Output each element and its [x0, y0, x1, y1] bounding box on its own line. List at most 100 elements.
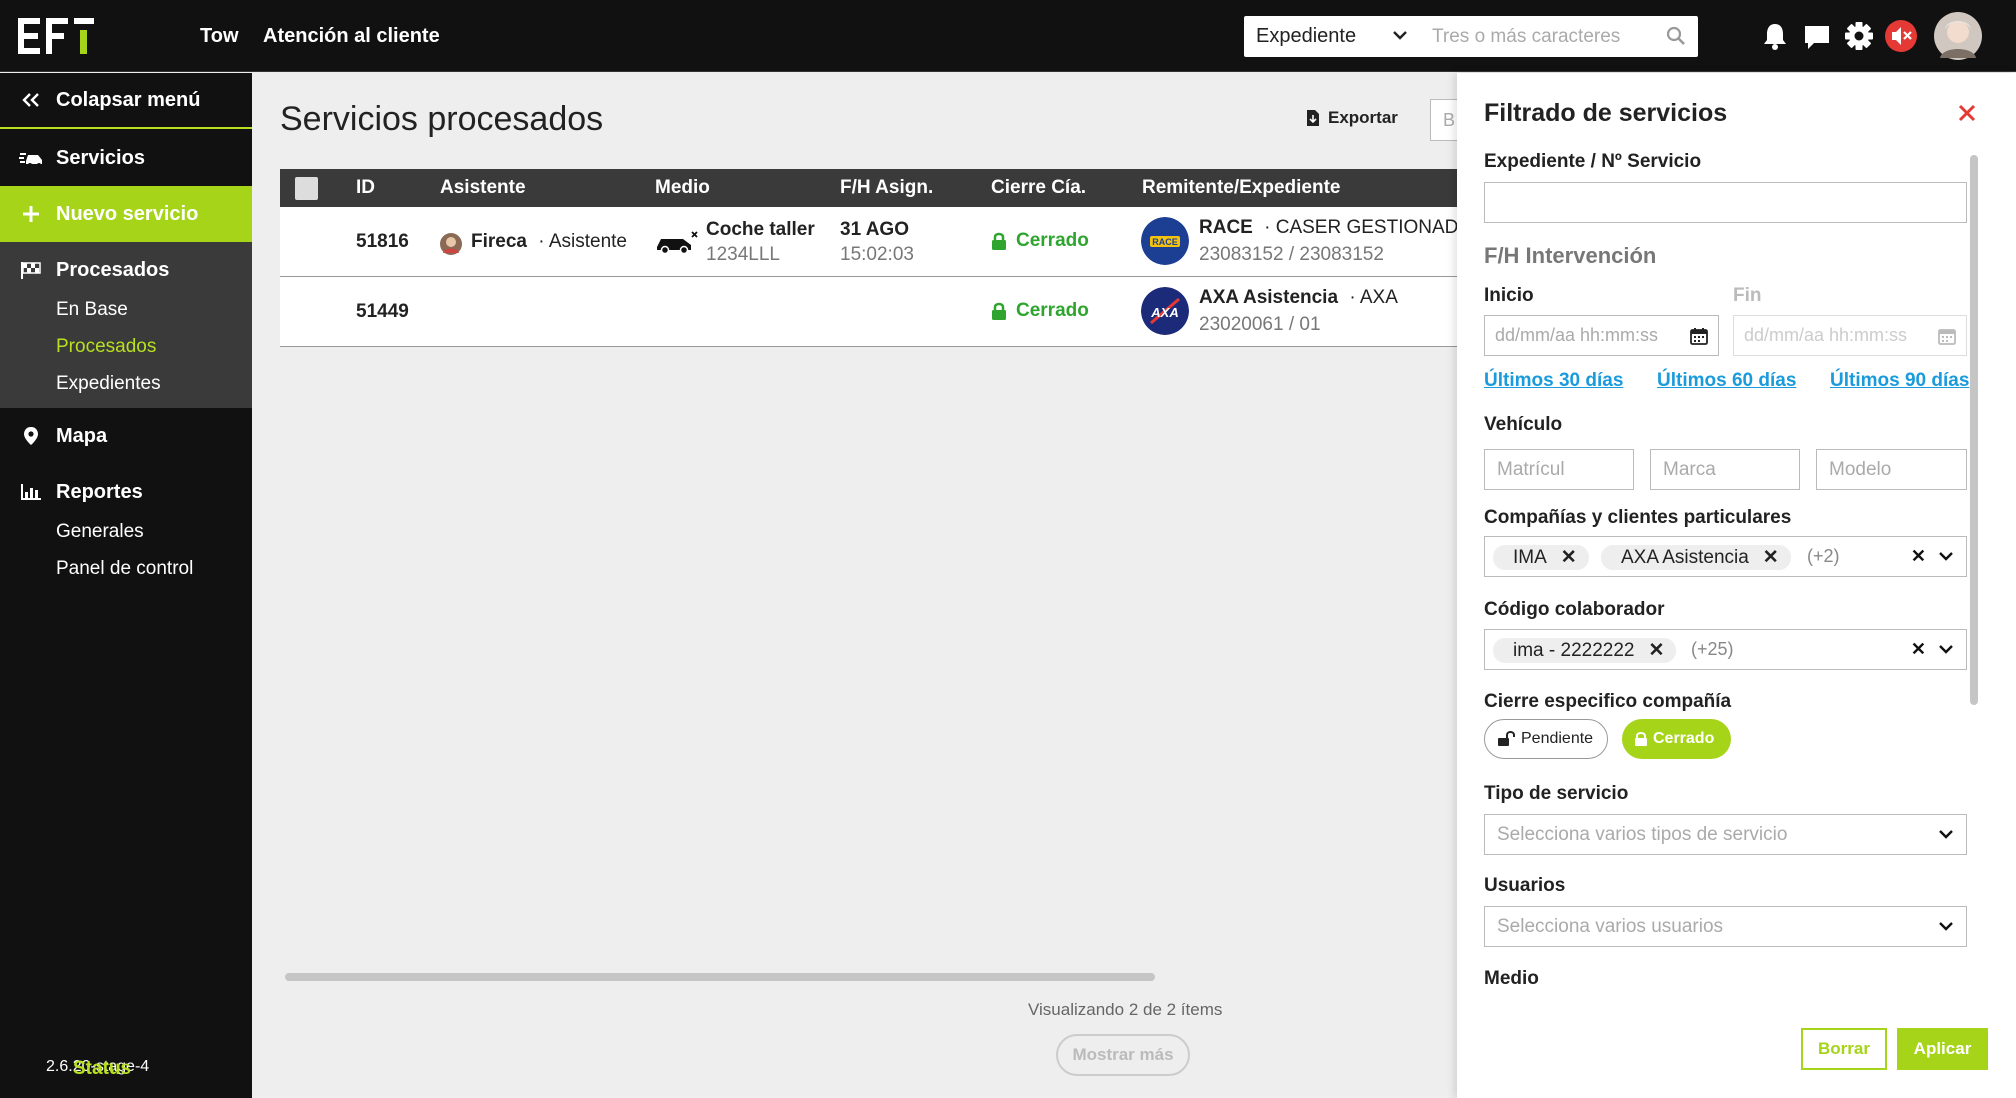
- chip-remove-icon[interactable]: ✕: [1648, 640, 1664, 661]
- chevron-down-icon[interactable]: [1938, 907, 1954, 946]
- borrar-button[interactable]: Borrar: [1801, 1028, 1887, 1070]
- export-button[interactable]: Exportar: [1306, 108, 1398, 128]
- plus-icon: [18, 201, 44, 227]
- sidebar-sub-expedientes[interactable]: Expedientes: [56, 373, 161, 395]
- usuarios-placeholder: Selecciona varios usuarios: [1497, 916, 1724, 937]
- status-label: Status: [73, 1058, 132, 1079]
- chevron-down-icon[interactable]: [1938, 537, 1954, 576]
- chip-ima-label: IMA: [1513, 547, 1547, 568]
- col-cierre-cia[interactable]: Cierre Cía.: [991, 169, 1086, 207]
- sidebar-label-nuevo-servicio: Nuevo servicio: [56, 202, 199, 225]
- sidebar-sub-generales[interactable]: Generales: [56, 521, 144, 543]
- filter-panel: Filtrado de servicios Expediente / Nº Se…: [1457, 73, 2016, 1098]
- aplicar-button[interactable]: Aplicar: [1897, 1028, 1988, 1070]
- chat-icon[interactable]: [1800, 18, 1834, 54]
- status-text: Cerrado: [1016, 230, 1089, 251]
- sidebar-item-mapa[interactable]: Mapa: [0, 408, 252, 464]
- codigo-more-count: (+25): [1691, 639, 1734, 659]
- last-60-days-link[interactable]: Últimos 60 días: [1657, 370, 1796, 392]
- fh-intervencion-label: F/H Intervención: [1484, 243, 1657, 268]
- chevron-down-icon[interactable]: [1938, 630, 1954, 669]
- pendiente-label: Pendiente: [1521, 730, 1594, 747]
- marca-input[interactable]: Marca: [1650, 449, 1800, 490]
- mute-icon[interactable]: [1884, 18, 1918, 54]
- pendiente-toggle[interactable]: Pendiente: [1484, 719, 1608, 759]
- clear-selection-icon[interactable]: ✕: [1911, 537, 1926, 576]
- sidebar-sub-en-base[interactable]: En Base: [56, 299, 128, 321]
- gear-icon[interactable]: [1842, 18, 1876, 54]
- sidebar-sub-panel-control[interactable]: Panel de control: [56, 558, 193, 580]
- services-table: ID Asistente Medio F/H Asign. Cierre Cía…: [280, 169, 1473, 347]
- col-remitente-expediente[interactable]: Remitente/Expediente: [1142, 169, 1341, 207]
- calendar-icon[interactable]: [1690, 327, 1708, 345]
- search-icon[interactable]: [1666, 26, 1686, 46]
- sidebar-collapse[interactable]: Colapsar menú: [0, 73, 252, 129]
- inicio-date-input[interactable]: dd/mm/aa hh:mm:ss: [1484, 315, 1719, 356]
- cerrado-toggle[interactable]: Cerrado: [1622, 719, 1731, 759]
- search-type-select[interactable]: Expediente: [1244, 16, 1420, 57]
- table-search-stub: B: [1443, 110, 1456, 130]
- tow-car-icon: [657, 231, 698, 255]
- fin-placeholder: dd/mm/aa hh:mm:ss: [1744, 325, 1908, 345]
- last-30-days-link[interactable]: Últimos 30 días: [1484, 370, 1623, 392]
- sender-name: AXA Asistencia: [1199, 287, 1339, 308]
- table-search-input[interactable]: B: [1430, 99, 1460, 141]
- efi-logo[interactable]: [18, 18, 94, 54]
- tipo-servicio-placeholder: Selecciona varios tipos de servicio: [1497, 824, 1788, 845]
- avatar[interactable]: [1934, 12, 1982, 60]
- sidebar-collapse-label: Colapsar menú: [56, 88, 201, 111]
- assistant-avatar: [440, 233, 462, 255]
- sidebar-item-nuevo-servicio[interactable]: Nuevo servicio: [0, 186, 252, 242]
- sidebar-item-procesados[interactable]: Procesados: [0, 242, 252, 298]
- medium-name: Coche taller: [706, 219, 815, 240]
- show-more-button[interactable]: Mostrar más: [1056, 1034, 1190, 1076]
- bell-icon[interactable]: [1758, 18, 1792, 54]
- tipo-servicio-select[interactable]: Selecciona varios tipos de servicio: [1484, 814, 1967, 855]
- chevron-down-icon: [1392, 16, 1408, 57]
- chip-remove-icon[interactable]: ✕: [1561, 547, 1577, 568]
- select-all-checkbox[interactable]: [295, 177, 318, 200]
- modelo-input[interactable]: Modelo: [1816, 449, 1967, 490]
- clear-selection-icon[interactable]: ✕: [1911, 630, 1926, 669]
- table-row[interactable]: 51816 Fireca · Asistente Coche taller 12…: [280, 207, 1473, 277]
- search-type-value: Expediente: [1256, 25, 1357, 47]
- expediente-number: 23020061 / 01: [1199, 314, 1321, 335]
- matricula-input[interactable]: Matrícul: [1484, 449, 1634, 490]
- race-logo: RACE: [1141, 217, 1189, 265]
- top-bar: Tow Atención al cliente Expediente: [0, 0, 2016, 72]
- col-id[interactable]: ID: [356, 169, 375, 207]
- usuarios-select[interactable]: Selecciona varios usuarios: [1484, 906, 1967, 947]
- col-fh-asign[interactable]: F/H Asign.: [840, 169, 933, 207]
- close-icon[interactable]: [1957, 103, 1977, 123]
- status-badge: Cerrado: [991, 300, 1089, 322]
- sender-cell: AXA Asistencia · AXA: [1199, 287, 1398, 309]
- expediente-input[interactable]: [1484, 182, 1967, 223]
- panel-vertical-scrollbar[interactable]: [1970, 155, 1978, 705]
- modelo-placeholder: Modelo: [1829, 459, 1892, 480]
- chip-ima-2222222: ima - 2222222 ✕: [1493, 638, 1677, 663]
- sidebar-item-reportes[interactable]: Reportes: [0, 464, 252, 520]
- sidebar-label-mapa: Mapa: [56, 424, 108, 447]
- nav-tow[interactable]: Tow: [200, 0, 239, 72]
- codigo-multiselect[interactable]: ima - 2222222 ✕ (+25) ✕: [1484, 629, 1967, 670]
- expediente-number: 23083152 / 23083152: [1199, 244, 1384, 265]
- last-90-days-link[interactable]: Últimos 90 días: [1830, 370, 1969, 392]
- sender-name: RACE: [1199, 217, 1253, 238]
- usuarios-label: Usuarios: [1484, 875, 1566, 896]
- chip-codigo-label: ima - 2222222: [1513, 640, 1635, 661]
- search-input[interactable]: [1420, 16, 1664, 57]
- col-medio[interactable]: Medio: [655, 169, 710, 207]
- col-asistente[interactable]: Asistente: [440, 169, 526, 207]
- sidebar-item-servicios[interactable]: Servicios: [0, 130, 252, 186]
- companias-multiselect[interactable]: IMA ✕ AXA Asistencia ✕ (+2) ✕: [1484, 536, 1967, 577]
- chip-remove-icon[interactable]: ✕: [1763, 547, 1779, 568]
- nav-atencion-cliente[interactable]: Atención al cliente: [263, 0, 440, 72]
- table-row[interactable]: 51449 Cerrado AXA AXA Asistencia · AXA 2…: [280, 277, 1460, 347]
- chevron-down-icon[interactable]: [1938, 815, 1954, 854]
- horizontal-scrollbar[interactable]: [285, 973, 1155, 981]
- table-header: ID Asistente Medio F/H Asign. Cierre Cía…: [280, 169, 1460, 207]
- checkered-flag-icon: [18, 257, 44, 283]
- sender-cell: RACE · CASER GESTIONADO: [1199, 217, 1473, 239]
- sidebar-sub-procesados[interactable]: Procesados: [56, 336, 156, 358]
- row-id: 51816: [356, 231, 409, 252]
